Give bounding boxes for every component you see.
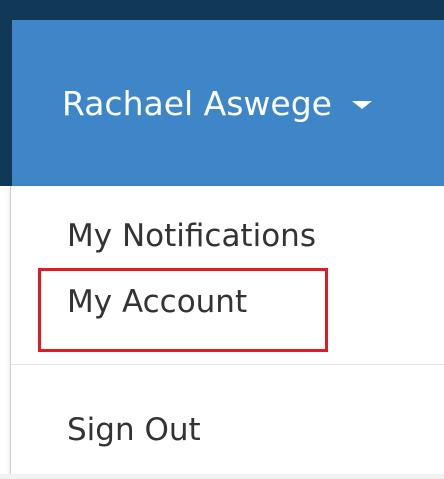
page-bottom-edge (0, 474, 444, 479)
menu-divider (11, 364, 444, 365)
user-name: Rachael Aswege (62, 83, 332, 123)
menu-item-my-notifications[interactable]: My Notifications (67, 218, 316, 254)
highlight-box (38, 268, 328, 352)
screenshot-stage: Rachael Aswege My Notifications My Accou… (0, 0, 444, 479)
caret-down-icon (351, 101, 372, 109)
menu-item-sign-out[interactable]: Sign Out (67, 412, 201, 448)
user-menu-toggle[interactable]: Rachael Aswege (12, 20, 444, 186)
navbar-background (0, 0, 444, 20)
navbar-left-edge (0, 0, 12, 186)
